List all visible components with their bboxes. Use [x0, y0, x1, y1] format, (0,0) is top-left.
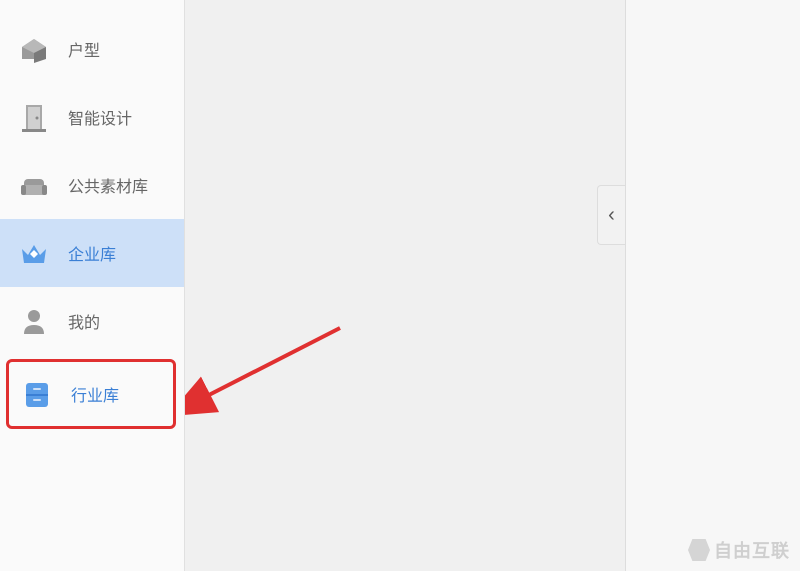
- sidebar-item-my[interactable]: 我的: [0, 287, 184, 355]
- sofa-icon: [18, 169, 50, 201]
- collapse-right-panel-button[interactable]: ‹: [597, 185, 625, 245]
- sidebar-item-floorplan[interactable]: 户型: [0, 15, 184, 83]
- sidebar-item-label: 公共素材库: [68, 173, 148, 197]
- watermark-text: 自由互联: [714, 537, 790, 563]
- watermark-logo-icon: [688, 539, 710, 561]
- sidebar-item-label: 企业库: [68, 241, 116, 265]
- right-panel: [625, 0, 800, 571]
- sidebar-item-label: 户型: [68, 37, 100, 61]
- watermark: 自由互联: [688, 537, 790, 563]
- cabinet-icon: [21, 378, 53, 410]
- crown-icon: [18, 237, 50, 269]
- floorplan-icon: [18, 33, 50, 65]
- sidebar-item-industry-library[interactable]: 行业库: [6, 359, 176, 429]
- sidebar-item-smart-design[interactable]: 智能设计: [0, 83, 184, 151]
- chevron-left-icon: ‹: [608, 204, 615, 227]
- sidebar-item-label: 我的: [68, 309, 100, 333]
- door-icon: [18, 101, 50, 133]
- sidebar-item-label: 智能设计: [68, 105, 132, 129]
- sidebar-item-label: 行业库: [71, 382, 119, 406]
- sidebar-item-public-library[interactable]: 公共素材库: [0, 151, 184, 219]
- person-icon: [18, 305, 50, 337]
- sidebar-item-enterprise-library[interactable]: 企业库: [0, 219, 184, 287]
- sidebar: 户型 智能设计 公共素材库: [0, 0, 185, 571]
